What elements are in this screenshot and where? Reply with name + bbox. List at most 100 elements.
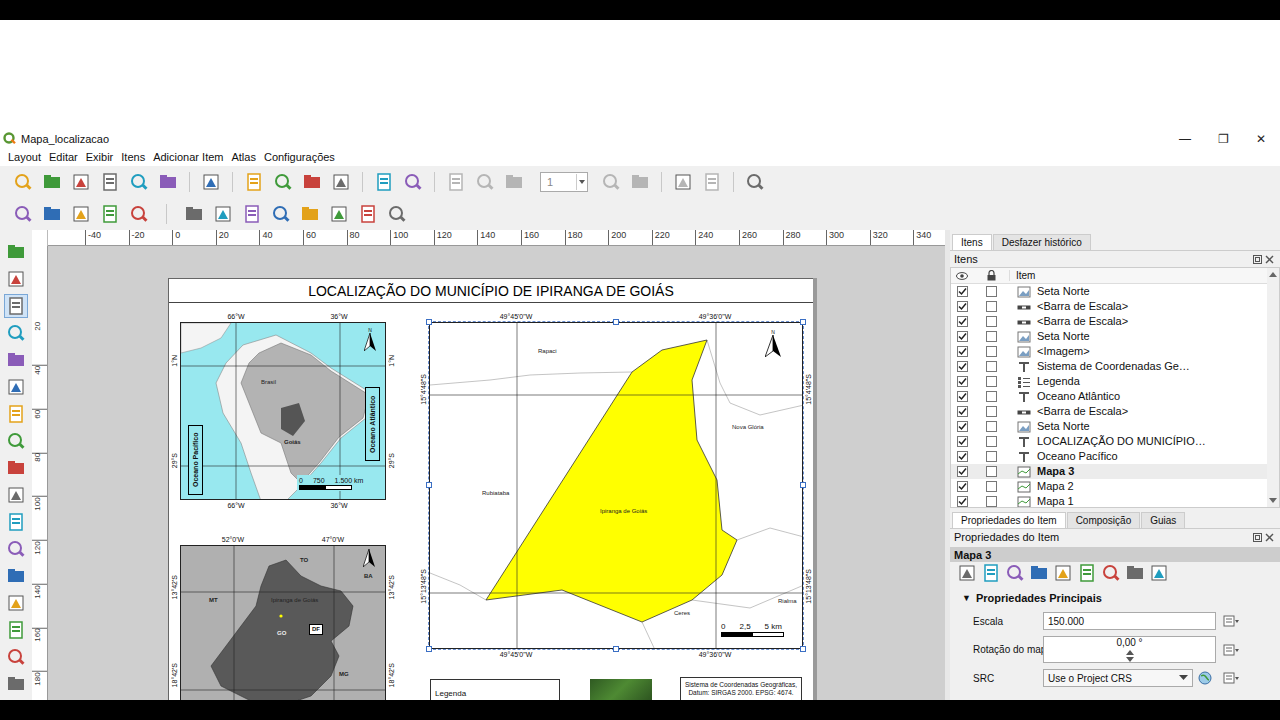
lock-checkbox[interactable] [986, 316, 997, 327]
layout-title[interactable]: LOCALIZAÇÃO DO MUNICÍPIO DE IPIRANGA DE … [169, 279, 813, 303]
panel-tab[interactable]: Guias [1141, 512, 1185, 528]
layout-canvas[interactable]: LOCALIZAÇÃO DO MUNICÍPIO DE IPIRANGA DE … [48, 246, 945, 700]
toolbar-button[interactable] [373, 171, 395, 193]
page-nav-button[interactable] [503, 171, 525, 193]
visibility-checkbox[interactable] [957, 316, 968, 327]
toolbar-button[interactable] [744, 171, 766, 193]
page-nav-button[interactable] [474, 171, 496, 193]
visibility-checkbox[interactable] [957, 421, 968, 432]
visibility-checkbox[interactable] [957, 406, 968, 417]
ocean-label[interactable]: Oceano Atlântico [365, 387, 380, 461]
visibility-checkbox[interactable] [957, 301, 968, 312]
lock-column[interactable] [973, 270, 1009, 281]
lock-checkbox[interactable] [986, 496, 997, 507]
legend[interactable]: Legenda [430, 679, 560, 700]
toolbar-button[interactable] [402, 171, 424, 193]
lock-checkbox[interactable] [986, 451, 997, 462]
panel-tab[interactable]: Desfazer histórico [993, 234, 1091, 250]
property-input[interactable]: 0,00 ° [1043, 636, 1216, 663]
item-row[interactable]: Seta Norte [951, 419, 1267, 434]
toolbar-button[interactable] [386, 203, 408, 225]
crs-picker-button[interactable] [1193, 671, 1216, 685]
spin-down-icon[interactable] [1126, 657, 1134, 662]
data-defined-button[interactable] [1216, 643, 1246, 657]
toolbar-button[interactable] [212, 203, 234, 225]
lock-checkbox[interactable] [986, 481, 997, 492]
toolbox-button[interactable] [4, 483, 28, 507]
properties-button[interactable] [1028, 563, 1050, 583]
north-arrow-icon[interactable] [363, 549, 375, 567]
visibility-checkbox[interactable] [957, 346, 968, 357]
resize-handle[interactable] [426, 482, 432, 488]
toolbar-button[interactable] [357, 203, 379, 225]
lock-checkbox[interactable] [986, 436, 997, 447]
toolbar-button[interactable] [328, 203, 350, 225]
page-selector[interactable]: 1 [540, 172, 588, 192]
toolbar-button[interactable] [128, 203, 150, 225]
north-arrow[interactable]: N [765, 329, 781, 357]
properties-button[interactable] [1124, 563, 1146, 583]
toolbar-button[interactable] [600, 171, 622, 193]
item-row[interactable]: <Imagem> [951, 344, 1267, 359]
data-defined-button[interactable] [1216, 671, 1246, 685]
scroll-up-icon[interactable] [1269, 271, 1277, 277]
menu-item[interactable]: Itens [117, 151, 149, 163]
window-control[interactable]: ❐ [1204, 132, 1242, 146]
toolbox-button[interactable] [4, 618, 28, 642]
toolbox-button[interactable] [4, 564, 28, 588]
toolbar-button[interactable] [41, 171, 63, 193]
item-row[interactable]: Sistema de Coordenadas Ge… [951, 359, 1267, 374]
toolbox-button[interactable] [4, 375, 28, 399]
toolbar-button[interactable] [672, 171, 694, 193]
properties-button[interactable] [1100, 563, 1122, 583]
visibility-checkbox[interactable] [957, 496, 968, 507]
resize-handle[interactable] [613, 319, 619, 325]
visibility-checkbox[interactable] [957, 331, 968, 342]
toolbar-button[interactable] [70, 171, 92, 193]
item-row[interactable]: Seta Norte [951, 329, 1267, 344]
toolbox-button[interactable] [4, 348, 28, 372]
item-row[interactable]: Mapa 1 [951, 494, 1267, 507]
properties-button[interactable] [956, 563, 978, 583]
float-panel-icon[interactable] [1253, 255, 1262, 264]
item-row[interactable]: Seta Norte [951, 284, 1267, 299]
items-scrollbar[interactable] [1267, 268, 1279, 507]
resize-handle[interactable] [800, 482, 806, 488]
resize-handle[interactable] [613, 646, 619, 652]
visibility-checkbox[interactable] [957, 286, 968, 297]
menu-item[interactable]: Atlas [227, 151, 259, 163]
resize-handle[interactable] [800, 646, 806, 652]
section-toggle[interactable]: ▼ [962, 593, 971, 603]
toolbar-button[interactable] [241, 203, 263, 225]
item-row[interactable]: LOCALIZAÇÃO DO MUNICÍPIO… [951, 434, 1267, 449]
toolbar-button[interactable] [270, 203, 292, 225]
menu-item[interactable]: Exibir [82, 151, 118, 163]
close-panel-icon[interactable] [1265, 255, 1274, 264]
item-row[interactable]: <Barra de Escala> [951, 314, 1267, 329]
properties-button[interactable] [1052, 563, 1074, 583]
logo-picture[interactable] [590, 679, 652, 700]
item-row[interactable]: Mapa 2 [951, 479, 1267, 494]
lock-checkbox[interactable] [986, 361, 997, 372]
menu-item[interactable]: Editar [45, 151, 82, 163]
toolbox-button[interactable] [4, 672, 28, 696]
property-input[interactable]: Use o Project CRS [1043, 669, 1193, 687]
state-map[interactable]: TOBAMTIpiranga de GoiásGOMGDF [180, 545, 386, 700]
toolbox-button[interactable] [4, 240, 28, 264]
window-control[interactable]: ✕ [1242, 132, 1280, 146]
section-header[interactable]: ▼Propriedades Principais [950, 590, 1280, 606]
properties-button[interactable] [1004, 563, 1026, 583]
toolbar-button[interactable] [200, 171, 222, 193]
panel-tab[interactable]: Itens [952, 234, 992, 250]
north-arrow[interactable]: N [364, 327, 376, 351]
item-row[interactable]: Legenda [951, 374, 1267, 389]
item-row[interactable]: Mapa 3 [951, 464, 1267, 479]
item-row[interactable]: Oceano Atlântico [951, 389, 1267, 404]
item-row[interactable]: <Barra de Escala> [951, 404, 1267, 419]
toolbox-button[interactable] [4, 537, 28, 561]
lock-checkbox[interactable] [986, 286, 997, 297]
toolbar-button[interactable] [12, 203, 34, 225]
item-row[interactable]: <Barra de Escala> [951, 299, 1267, 314]
spin-up-icon[interactable] [1126, 650, 1134, 655]
float-panel-icon[interactable] [1253, 533, 1262, 542]
